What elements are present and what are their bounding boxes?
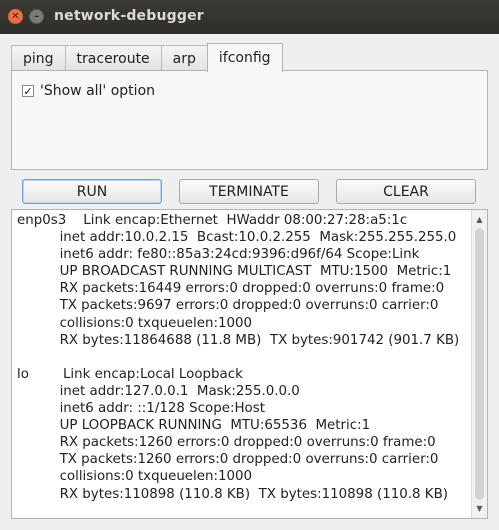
scroll-up-icon[interactable]: ▲ — [472, 212, 487, 227]
tab-ping[interactable]: ping — [11, 45, 66, 71]
app-window: ✕ – network-debugger ping traceroute arp… — [0, 0, 499, 530]
scroll-down-icon[interactable]: ▼ — [472, 501, 487, 516]
run-button[interactable]: RUN — [22, 179, 162, 204]
show-all-option[interactable]: ✓ 'Show all' option — [22, 83, 155, 99]
close-icon: ✕ — [11, 10, 20, 22]
window-title: network-debugger — [54, 8, 204, 24]
tab-traceroute[interactable]: traceroute — [64, 45, 162, 71]
tab-arp[interactable]: arp — [160, 45, 208, 71]
tab-ifconfig[interactable]: ifconfig — [206, 43, 283, 72]
output-text: enp0s3 Link encap:Ethernet HWaddr 08:00:… — [17, 213, 460, 502]
minimize-icon: – — [34, 10, 39, 22]
title-bar[interactable]: ✕ – network-debugger — [0, 0, 499, 34]
show-all-label[interactable]: 'Show all' option — [40, 83, 155, 99]
scrollbar-thumb[interactable] — [475, 228, 484, 500]
checkmark-icon: ✓ — [23, 84, 33, 98]
minimize-window-button[interactable]: – — [29, 9, 44, 24]
show-all-checkbox[interactable]: ✓ — [22, 85, 34, 97]
tab-bar: ping traceroute arp ifconfig — [11, 43, 283, 72]
terminate-button[interactable]: TERMINATE — [179, 179, 319, 204]
vertical-scrollbar[interactable]: ▲ ▼ — [471, 210, 487, 518]
clear-button[interactable]: CLEAR — [336, 179, 476, 204]
output-console[interactable]: enp0s3 Link encap:Ethernet HWaddr 08:00:… — [11, 209, 488, 519]
ifconfig-options-panel: ✓ 'Show all' option — [11, 70, 488, 170]
close-window-button[interactable]: ✕ — [8, 9, 23, 24]
